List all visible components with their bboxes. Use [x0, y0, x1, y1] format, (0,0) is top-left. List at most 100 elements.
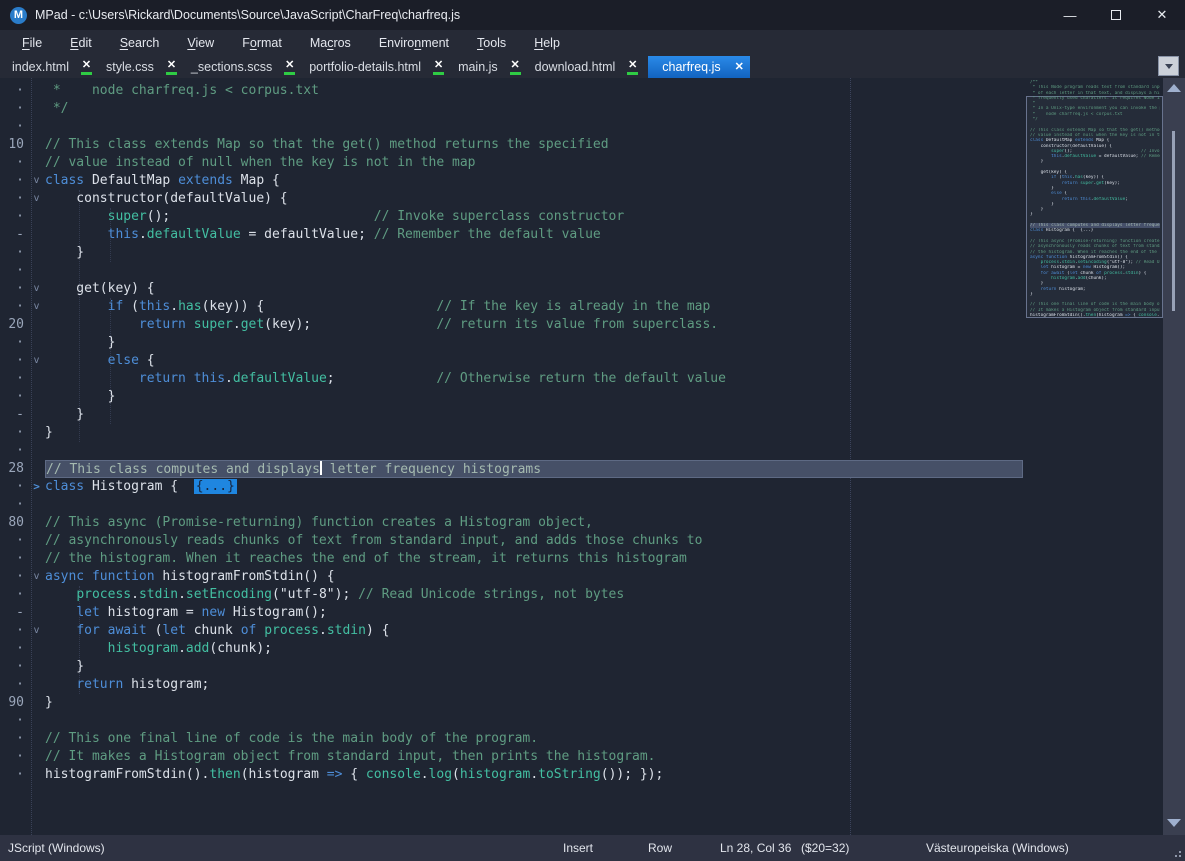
folded-code-chip[interactable]: {...}: [194, 479, 237, 494]
code-line[interactable]: ·v get(key) {: [0, 280, 1160, 298]
line-text: let histogram = new Histogram();: [45, 604, 1023, 622]
close-icon[interactable]: ✕: [735, 62, 744, 72]
code-line[interactable]: ·v if (this.has(key)) { // If the key is…: [0, 298, 1160, 316]
code-line[interactable]: ·// It makes a Histogram object from sta…: [0, 748, 1160, 766]
vertical-scrollbar[interactable]: [1163, 78, 1185, 835]
minimize-button[interactable]: —: [1047, 0, 1093, 30]
code-line[interactable]: 90}: [0, 694, 1160, 712]
fold-open-icon[interactable]: v: [28, 280, 45, 298]
code-line[interactable]: · }: [0, 244, 1160, 262]
code-line[interactable]: · }: [0, 388, 1160, 406]
code-line[interactable]: ·: [0, 262, 1160, 280]
code-line[interactable]: 28// This class computes and displays le…: [0, 460, 1160, 478]
minimap-token: defaultValue: [1094, 197, 1126, 202]
fold-open-icon[interactable]: v: [28, 190, 45, 208]
menu-item-tools[interactable]: Tools: [463, 30, 520, 56]
code-line[interactable]: 20 return super.get(key); // return its …: [0, 316, 1160, 334]
code-line[interactable]: · histogram.add(chunk);: [0, 640, 1160, 658]
minimap-token: // Read Unicode strings, not bytes: [1136, 260, 1160, 265]
minimap-token: (key);: [1104, 181, 1160, 186]
code-line[interactable]: ·v for await (let chunk of process.stdin…: [0, 622, 1160, 640]
minimap-token: process: [1104, 271, 1123, 276]
menu-item-edit[interactable]: Edit: [56, 30, 106, 56]
code-line[interactable]: · * node charfreq.js < corpus.txt: [0, 82, 1160, 100]
code-line[interactable]: ·// This one final line of code is the m…: [0, 730, 1160, 748]
code-line[interactable]: ·// the histogram. When it reaches the e…: [0, 550, 1160, 568]
code-token: return: [139, 317, 186, 332]
code-token: // Read Unicode strings, not bytes: [358, 587, 624, 602]
tab-_sections.scss[interactable]: _sections.scss✕: [187, 56, 305, 78]
scroll-down-icon[interactable]: [1167, 819, 1181, 827]
line-text: // This class extends Map so that the ge…: [45, 136, 1023, 154]
tab-download.html[interactable]: download.html✕: [531, 56, 649, 78]
code-line[interactable]: ·vasync function histogramFromStdin() {: [0, 568, 1160, 586]
line-number: ·: [0, 658, 28, 676]
fold-open-icon[interactable]: v: [28, 298, 45, 316]
tab-close[interactable]: ✕: [81, 60, 92, 75]
line-number: ·: [0, 640, 28, 658]
tab-portfolio-details.html[interactable]: portfolio-details.html✕: [305, 56, 454, 78]
fold-open-icon[interactable]: v: [28, 172, 45, 190]
menu-item-environment[interactable]: Environment: [365, 30, 463, 56]
fold-open-icon[interactable]: v: [28, 568, 45, 586]
menu-item-format[interactable]: Format: [228, 30, 296, 56]
line-number: ·: [0, 388, 28, 406]
minimap-token: ();: [1064, 149, 1141, 154]
scrollbar-thumb[interactable]: [1172, 131, 1175, 311]
tab-close[interactable]: ✕: [433, 60, 444, 75]
code-line[interactable]: - this.defaultValue = defaultValue; // R…: [0, 226, 1160, 244]
code-line[interactable]: · return histogram;: [0, 676, 1160, 694]
tab-list-dropdown-button[interactable]: [1158, 56, 1179, 76]
code-line[interactable]: · process.stdin.setEncoding("utf-8"); //…: [0, 586, 1160, 604]
code-line[interactable]: ·v else {: [0, 352, 1160, 370]
code-line[interactable]: · return this.defaultValue; // Otherwise…: [0, 370, 1160, 388]
fold-open-icon[interactable]: v: [28, 352, 45, 370]
code-line[interactable]: 10// This class extends Map so that the …: [0, 136, 1160, 154]
menu-item-view[interactable]: View: [173, 30, 228, 56]
code-line[interactable]: ·: [0, 496, 1160, 514]
code-line[interactable]: ·histogramFromStdin().then(histogram => …: [0, 766, 1160, 784]
resize-grip[interactable]: [1173, 849, 1181, 857]
code-line[interactable]: ·>class Histogram { {...}: [0, 478, 1160, 496]
code-line[interactable]: ·: [0, 442, 1160, 460]
line-number: ·: [0, 424, 28, 442]
scroll-up-icon[interactable]: [1167, 84, 1181, 92]
code-line[interactable]: ·// value instead of null when the key i…: [0, 154, 1160, 172]
menu-item-search[interactable]: Search: [106, 30, 174, 56]
code-token: [45, 641, 108, 656]
tab-index.html[interactable]: index.html✕: [8, 56, 102, 78]
close-button[interactable]: ✕: [1139, 0, 1185, 30]
code-line[interactable]: ·vclass DefaultMap extends Map {: [0, 172, 1160, 190]
tab-style.css[interactable]: style.css✕: [102, 56, 187, 78]
tab-close[interactable]: ✕: [627, 60, 638, 75]
tab-charfreq.js[interactable]: charfreq.js✕: [648, 56, 750, 78]
code-line[interactable]: ·: [0, 712, 1160, 730]
code-line[interactable]: 80// This async (Promise-returning) func…: [0, 514, 1160, 532]
code-line[interactable]: ·v constructor(defaultValue) {: [0, 190, 1160, 208]
tab-close[interactable]: ✕: [510, 60, 521, 75]
code-token: .: [319, 623, 327, 638]
tab-close[interactable]: ✕: [284, 60, 295, 75]
code-line[interactable]: - }: [0, 406, 1160, 424]
tab-main.js[interactable]: main.js✕: [454, 56, 531, 78]
menu-item-file[interactable]: File: [8, 30, 56, 56]
menu-item-help[interactable]: Help: [520, 30, 574, 56]
code-line[interactable]: · super(); // Invoke superclass construc…: [0, 208, 1160, 226]
code-line[interactable]: - let histogram = new Histogram();: [0, 604, 1160, 622]
tab-close[interactable]: ✕: [166, 60, 177, 75]
editor-pane[interactable]: · * node charfreq.js < corpus.txt· */·10…: [0, 78, 1185, 835]
code-line[interactable]: · }: [0, 334, 1160, 352]
line-number: -: [0, 604, 28, 622]
minimap-token: return: [1041, 287, 1057, 292]
code-token: histogramFromStdin().: [45, 767, 209, 782]
code-line[interactable]: ·}: [0, 424, 1160, 442]
menu-item-macros[interactable]: Macros: [296, 30, 365, 56]
code-line[interactable]: ·// asynchronously reads chunks of text …: [0, 532, 1160, 550]
fold-closed-icon[interactable]: >: [28, 478, 45, 496]
minimap[interactable]: /** * This Node program reads text from …: [1030, 80, 1160, 318]
fold-open-icon[interactable]: v: [28, 622, 45, 640]
code-line[interactable]: ·: [0, 118, 1160, 136]
maximize-button[interactable]: [1093, 0, 1139, 30]
code-line[interactable]: · }: [0, 658, 1160, 676]
code-line[interactable]: · */: [0, 100, 1160, 118]
